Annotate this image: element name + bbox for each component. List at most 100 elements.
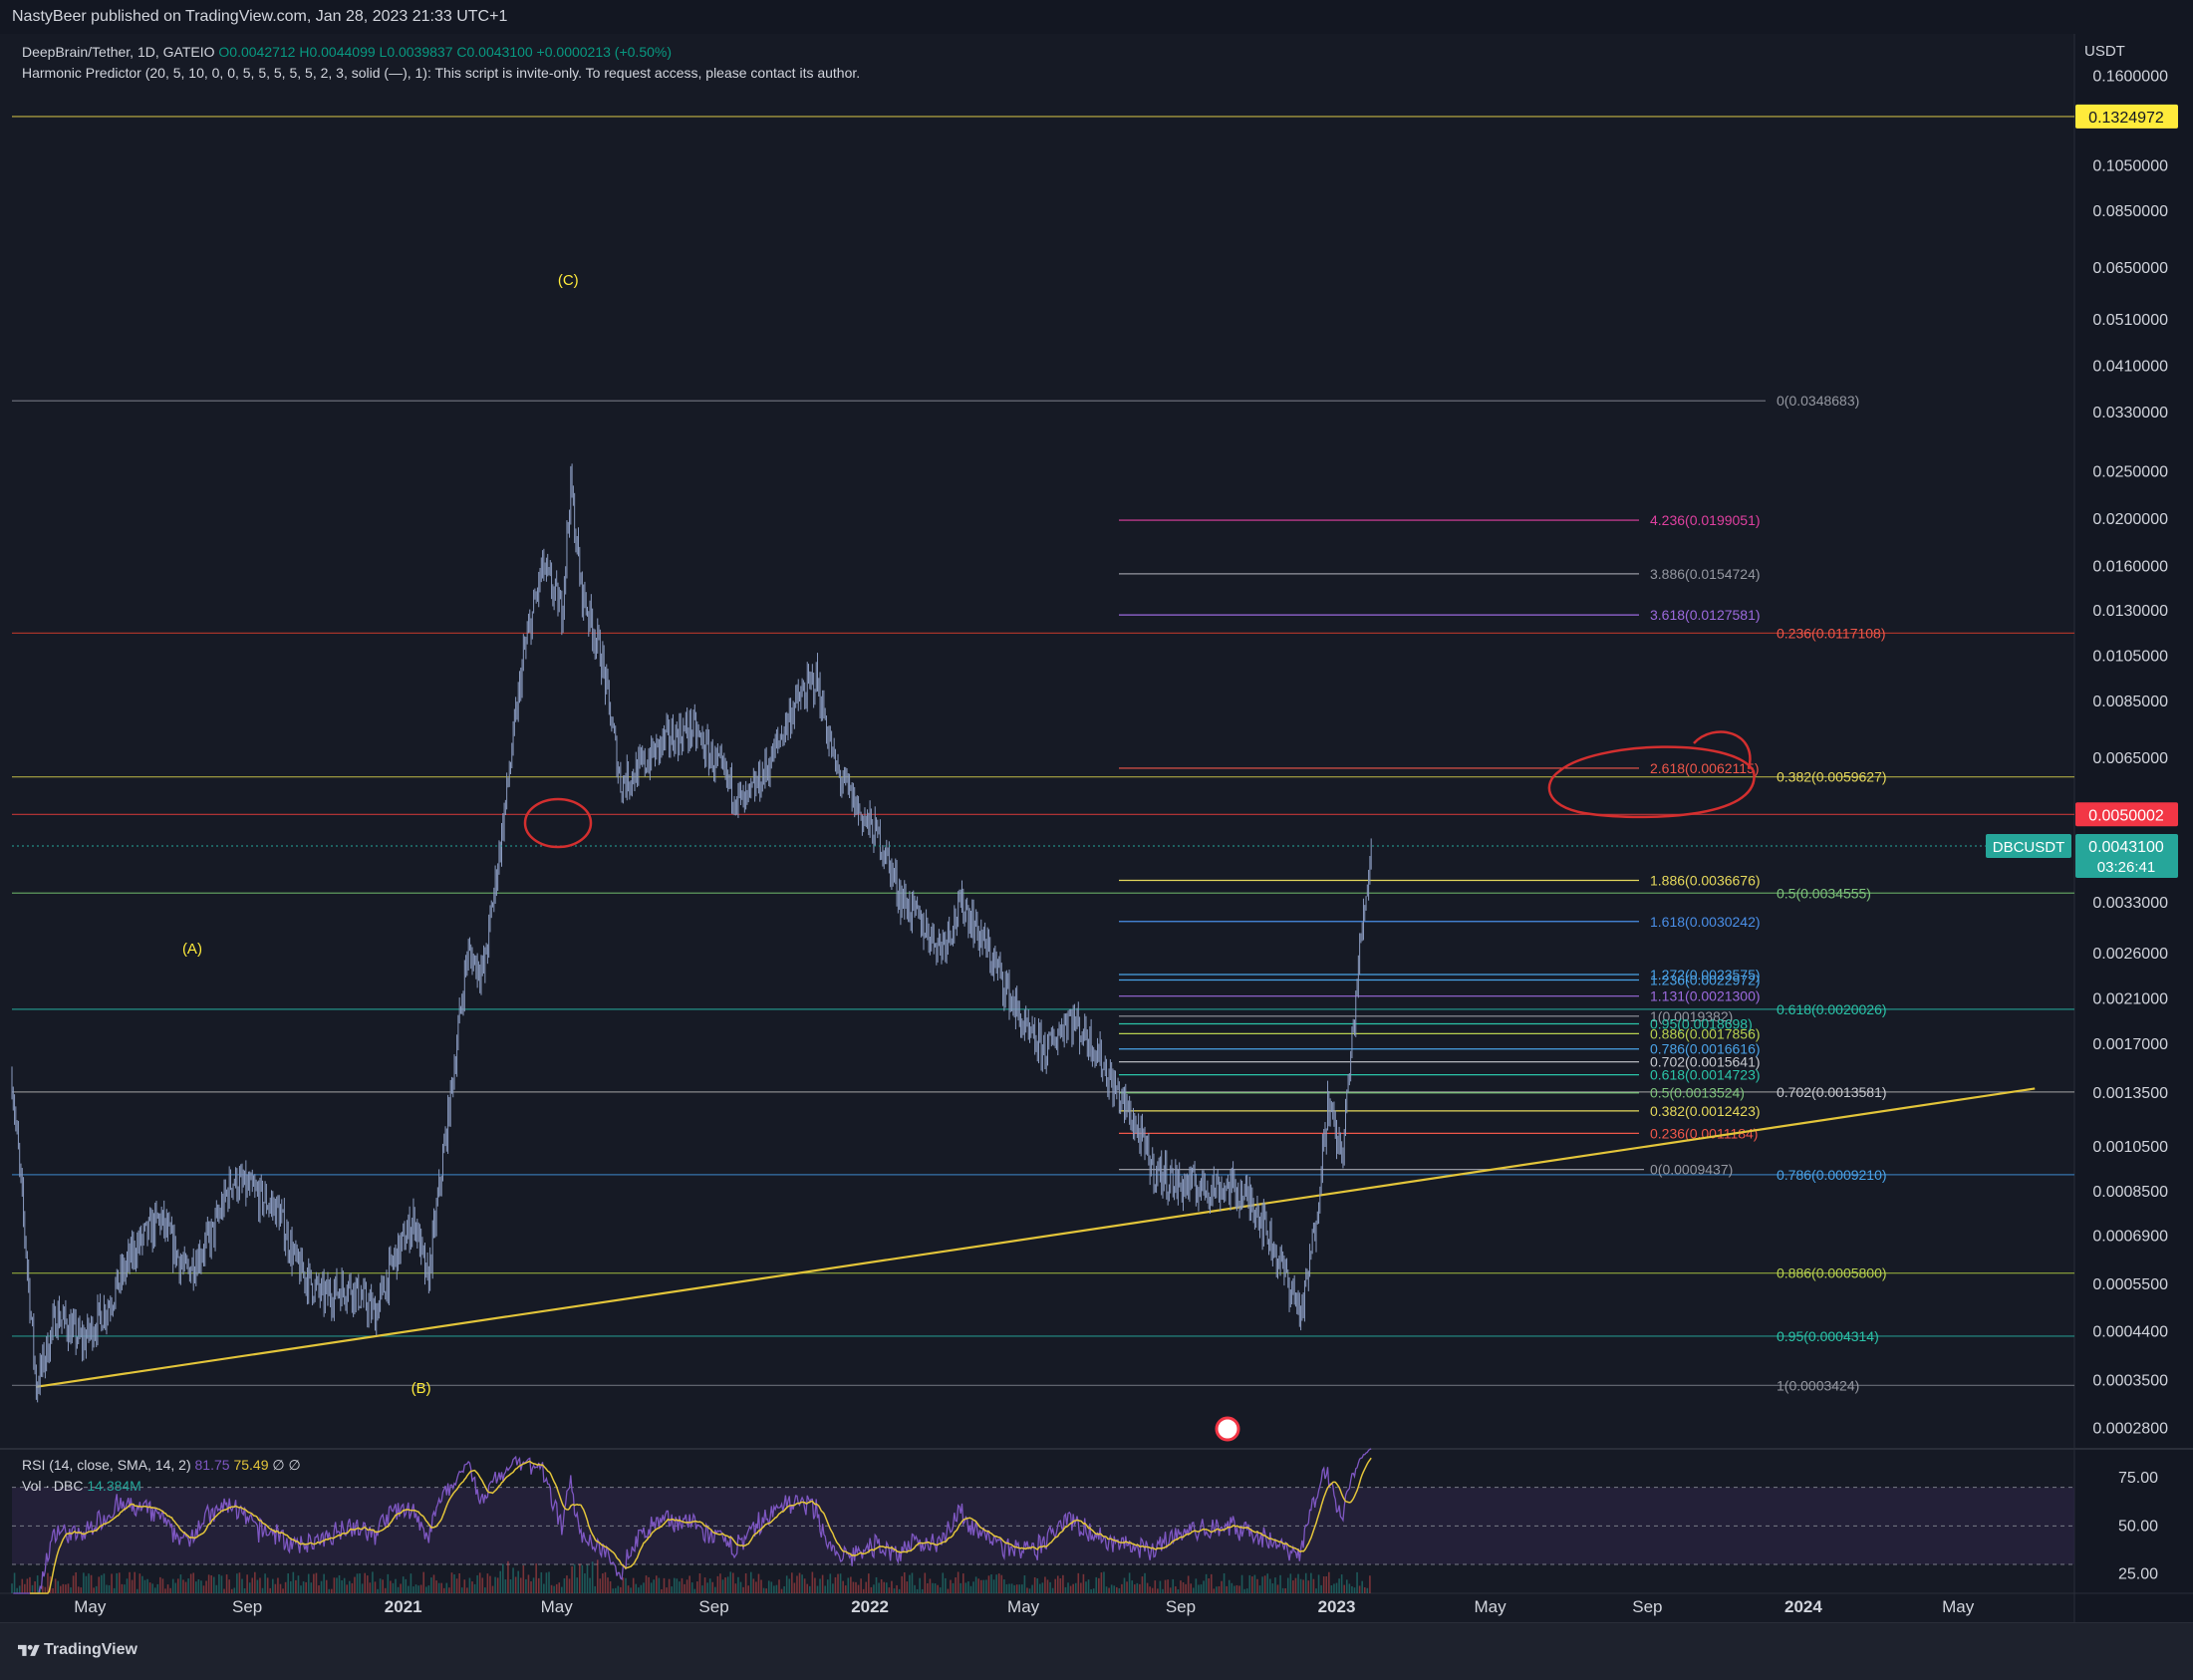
volume-bar	[36, 1575, 39, 1593]
volume-bar	[1240, 1574, 1243, 1593]
volume-bar	[1310, 1572, 1312, 1593]
volume-bar	[788, 1578, 791, 1593]
volume-bar	[1118, 1587, 1121, 1593]
vol-title: Vol · DBC	[22, 1478, 84, 1494]
volume-bar	[627, 1585, 630, 1593]
volume-bar	[437, 1582, 440, 1593]
volume-bar	[392, 1582, 395, 1593]
volume-bar	[987, 1575, 990, 1593]
volume-bar	[561, 1586, 563, 1593]
volume-bar	[914, 1584, 916, 1593]
volume-bar	[862, 1588, 865, 1593]
time-tick-label: May	[74, 1597, 107, 1616]
volume-bar	[620, 1586, 622, 1593]
volume-bar	[1074, 1582, 1077, 1593]
time-tick-label: 2024	[1784, 1597, 1822, 1616]
volume-bar	[1082, 1573, 1085, 1593]
volume-bar	[369, 1582, 372, 1593]
volume-bar	[696, 1581, 698, 1593]
volume-bar	[1038, 1583, 1041, 1593]
volume-bar	[1304, 1572, 1307, 1593]
volume-bar	[801, 1574, 803, 1593]
volume-bar	[417, 1585, 419, 1593]
volume-bar	[1051, 1587, 1054, 1593]
volume-bar	[484, 1587, 486, 1593]
volume-bar	[90, 1574, 93, 1593]
volume-bar	[210, 1575, 212, 1593]
volume-bar	[424, 1586, 427, 1593]
volume-bar	[1149, 1586, 1151, 1593]
annotation-circle	[523, 797, 593, 849]
volume-bar	[1008, 1583, 1010, 1593]
volume-bar	[783, 1586, 785, 1593]
volume-bar	[501, 1563, 504, 1593]
volume-bar	[1033, 1576, 1036, 1593]
volume-bar	[706, 1582, 708, 1593]
volume-bar	[806, 1583, 809, 1593]
volume-bar	[374, 1581, 377, 1593]
rsi-tick-label: 50.00	[2118, 1518, 2158, 1535]
volume-bar	[919, 1577, 921, 1593]
volume-bar	[364, 1572, 366, 1593]
volume-bar	[318, 1585, 320, 1593]
volume-bar	[1187, 1575, 1190, 1593]
volume-bar	[749, 1571, 752, 1593]
volume-bar	[630, 1587, 632, 1593]
volume-bar	[174, 1582, 177, 1593]
volume-bar	[589, 1577, 591, 1593]
volume-bar	[121, 1583, 124, 1593]
volume-bar	[382, 1579, 384, 1593]
volume-bar	[126, 1578, 129, 1593]
volume-bar	[1080, 1582, 1082, 1593]
volume-bar	[85, 1575, 88, 1593]
volume-bar	[1069, 1585, 1072, 1593]
volume-bar	[645, 1575, 648, 1593]
volume-bar	[1110, 1584, 1113, 1593]
volume-bar	[842, 1580, 844, 1593]
volume-bar	[422, 1571, 425, 1593]
volume-bar	[1103, 1571, 1105, 1593]
volume-bar	[875, 1576, 878, 1593]
publish-info: NastyBeer published on TradingView.com, …	[12, 8, 508, 25]
chart-pane[interactable]: USDT 0.1600000 0.1050000 0.0850000 0.0650000…	[0, 34, 2193, 1622]
volume-bar	[1223, 1572, 1226, 1593]
volume-bar	[197, 1578, 200, 1593]
volume-bar	[1085, 1581, 1087, 1593]
volume-bar	[952, 1582, 955, 1593]
volume-bar	[1263, 1575, 1266, 1593]
volume-bar	[496, 1577, 499, 1593]
volume-bar	[1369, 1575, 1371, 1593]
volume-bar	[785, 1575, 788, 1593]
volume-bar	[315, 1572, 318, 1593]
price-chart[interactable]: USDT 0.1600000 0.1050000 0.0850000 0.0650000…	[0, 34, 2193, 1622]
time-tick-label: May	[1474, 1597, 1507, 1616]
volume-bar	[909, 1574, 911, 1593]
time-tick-label: May	[541, 1597, 574, 1616]
volume-bar	[622, 1577, 625, 1593]
volume-bar	[688, 1575, 690, 1593]
legend-ohlc: O0.0042712 H0.0044099 L0.0039837 C0.0043…	[218, 44, 673, 60]
volume-bar	[1228, 1579, 1231, 1593]
volume-bar	[921, 1588, 924, 1593]
volume-bar	[156, 1583, 159, 1593]
volume-bar	[1162, 1588, 1164, 1593]
volume-bar	[1000, 1574, 1003, 1593]
volume-bar	[410, 1573, 412, 1593]
volume-bar	[116, 1572, 119, 1593]
volume-bar	[1345, 1579, 1348, 1593]
volume-bar	[31, 1584, 34, 1593]
volume-bar	[481, 1577, 484, 1593]
volume-bar	[1231, 1582, 1234, 1593]
volume-bar	[1195, 1578, 1198, 1593]
volume-bar	[414, 1584, 417, 1593]
volume-bar	[1095, 1576, 1098, 1593]
volume-bar	[153, 1587, 156, 1593]
volume-bar	[494, 1576, 496, 1593]
volume-bar	[1098, 1577, 1100, 1593]
volume-bar	[724, 1577, 726, 1593]
volume-bar	[947, 1588, 950, 1593]
volume-bar	[430, 1577, 432, 1593]
volume-bar	[803, 1578, 806, 1593]
volume-bar	[177, 1578, 179, 1593]
price-tick-label: 0.0010500	[2092, 1139, 2168, 1156]
